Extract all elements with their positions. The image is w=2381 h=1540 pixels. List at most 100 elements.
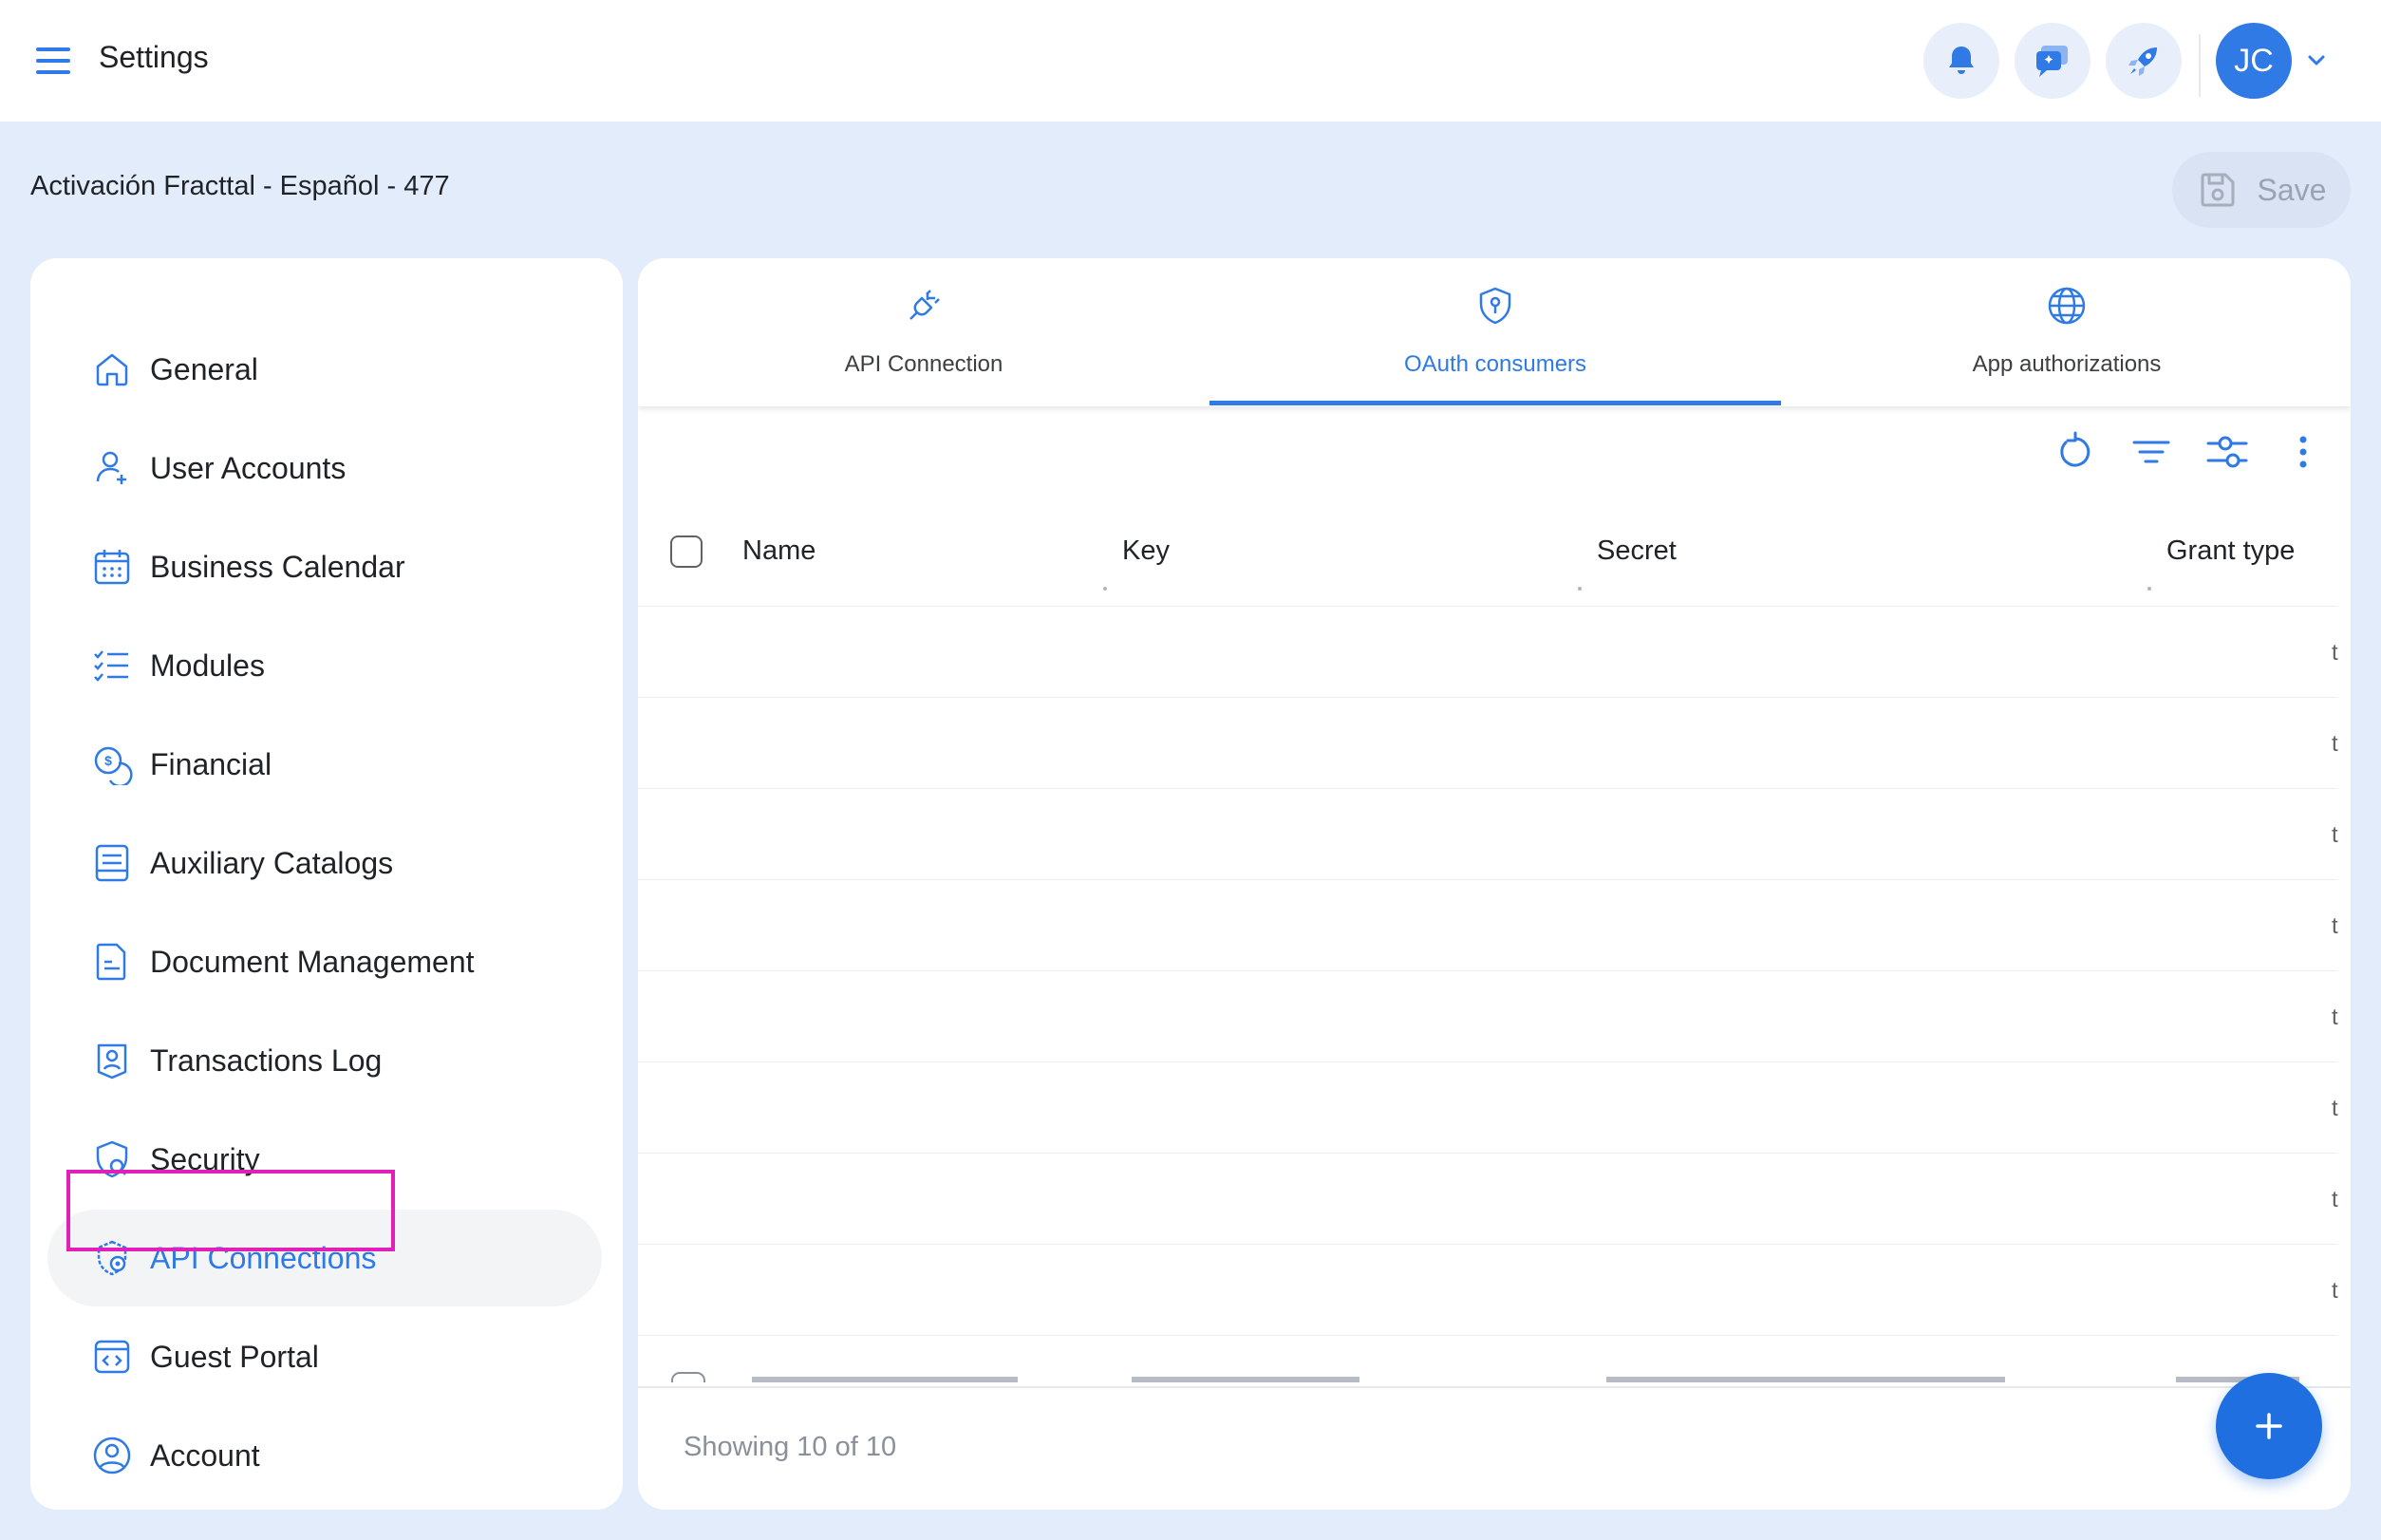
bell-icon xyxy=(1949,47,1974,74)
table-row-divider xyxy=(638,697,2337,698)
coins-icon: $ xyxy=(94,746,133,785)
sidebar-item-label: Auxiliary Catalogs xyxy=(150,845,394,880)
chevron-down-icon[interactable] xyxy=(2301,46,2332,76)
table-row-divider xyxy=(638,1153,2337,1154)
column-header-key[interactable]: Key xyxy=(1122,535,1170,567)
checklist-icon xyxy=(94,650,128,682)
column-resize-handle[interactable] xyxy=(1578,587,1582,591)
rocket-icon xyxy=(2128,47,2157,76)
main-panel: API Connection OAuth consumers App autho… xyxy=(638,258,2351,1510)
sidebar-item-user-accounts[interactable]: User Accounts xyxy=(47,420,602,516)
row-checkbox xyxy=(671,1372,705,1382)
log-icon xyxy=(97,1043,127,1080)
select-all-checkbox[interactable] xyxy=(670,535,703,568)
shield-key-icon xyxy=(1479,287,1511,325)
account-circle-icon xyxy=(93,1437,131,1474)
sidebar-item-document-management[interactable]: Document Management xyxy=(47,913,602,1010)
column-settings-icon[interactable] xyxy=(2204,429,2250,475)
save-button[interactable]: Save xyxy=(2172,152,2351,228)
api-gear-icon xyxy=(97,1240,127,1276)
tab-app-authorizations[interactable]: App authorizations xyxy=(1781,258,2351,406)
plus-icon xyxy=(2256,1413,2282,1439)
clipped-row-text xyxy=(752,1377,2299,1382)
notifications-button[interactable] xyxy=(1923,23,1999,99)
sidebar-item-label: Document Management xyxy=(150,944,475,979)
user-add-icon xyxy=(96,451,126,484)
tab-label: OAuth consumers xyxy=(1403,351,1587,377)
table-row-partial[interactable] xyxy=(666,1363,2337,1382)
sidebar-item-label: Transactions Log xyxy=(150,1042,383,1078)
sidebar-item-label: Account xyxy=(150,1437,260,1473)
rocket-button[interactable] xyxy=(2106,23,2182,99)
table-row[interactable]: t xyxy=(2332,1005,2338,1031)
home-icon xyxy=(96,353,128,386)
organization-name: Activación Fracttal - Español - 477 xyxy=(30,171,450,201)
table-row[interactable]: t xyxy=(2332,731,2338,758)
page-title: Settings xyxy=(99,40,209,74)
table-row-divider xyxy=(638,879,2337,880)
save-label: Save xyxy=(2257,172,2327,207)
table-row-divider xyxy=(638,606,2337,607)
table-row[interactable]: t xyxy=(2332,822,2338,849)
pagination-summary: Showing 10 of 10 xyxy=(684,1432,897,1462)
sidebar-item-label: General xyxy=(150,351,258,386)
avatar[interactable]: JC xyxy=(2216,23,2292,99)
table-footer-divider xyxy=(638,1386,2351,1388)
code-window-icon xyxy=(94,1340,130,1374)
settings-sidebar: General User Accounts Business Calendar … xyxy=(30,258,623,1510)
sidebar-item-label: User Accounts xyxy=(150,450,347,485)
add-button[interactable] xyxy=(2216,1373,2322,1479)
column-resize-handle[interactable] xyxy=(2147,587,2151,591)
table-row-divider xyxy=(638,1335,2337,1336)
table-row[interactable]: t xyxy=(2332,1187,2338,1213)
table-row-divider xyxy=(638,970,2337,971)
column-header-secret[interactable]: Secret xyxy=(1597,535,1677,567)
header-divider xyxy=(2199,34,2201,97)
tab-api-connection[interactable]: API Connection xyxy=(638,258,1209,406)
sidebar-item-security[interactable]: Security xyxy=(47,1111,602,1208)
svg-text:$: $ xyxy=(104,753,112,768)
globe-icon xyxy=(2048,287,2086,325)
chat-button[interactable] xyxy=(2015,23,2090,99)
table-row[interactable]: t xyxy=(2332,640,2338,667)
top-bar: Settings JC xyxy=(0,0,2381,122)
table-row[interactable]: t xyxy=(2332,913,2338,940)
column-header-name[interactable]: Name xyxy=(742,535,816,567)
sidebar-item-label: API Connections xyxy=(150,1240,377,1275)
table-row-divider xyxy=(638,1244,2337,1245)
tab-label: App authorizations xyxy=(1972,351,2162,377)
sidebar-item-business-calendar[interactable]: Business Calendar xyxy=(47,518,602,615)
sidebar-item-modules[interactable]: Modules xyxy=(47,617,602,714)
table-row[interactable]: t xyxy=(2332,1096,2338,1122)
sidebar-item-label: Guest Portal xyxy=(150,1339,319,1374)
sidebar-item-general[interactable]: General xyxy=(47,321,602,418)
sidebar-item-financial[interactable]: $ Financial xyxy=(47,716,602,813)
sidebar-item-label: Security xyxy=(150,1141,260,1176)
table-row[interactable]: t xyxy=(2332,1278,2338,1305)
tab-oauth-consumers[interactable]: OAuth consumers xyxy=(1209,258,1781,406)
more-vert-icon[interactable] xyxy=(2280,429,2326,475)
table-row-divider xyxy=(638,1061,2337,1062)
sidebar-item-guest-portal[interactable]: Guest Portal xyxy=(47,1308,602,1405)
chat-icon xyxy=(2036,46,2068,77)
plug-icon xyxy=(909,290,940,320)
save-icon xyxy=(2201,173,2235,207)
refresh-icon[interactable] xyxy=(2053,429,2098,475)
tab-bar: API Connection OAuth consumers App autho… xyxy=(638,258,2351,406)
sidebar-item-api-connections[interactable]: API Connections xyxy=(47,1210,602,1306)
menu-icon[interactable] xyxy=(30,38,76,84)
sidebar-item-auxiliary-catalogs[interactable]: Auxiliary Catalogs xyxy=(47,815,602,911)
sidebar-item-label: Business Calendar xyxy=(150,549,405,584)
filter-icon[interactable] xyxy=(2128,429,2174,475)
sidebar-item-transactions-log[interactable]: Transactions Log xyxy=(47,1012,602,1109)
column-resize-handle[interactable] xyxy=(1103,587,1107,591)
sidebar-item-account[interactable]: Account xyxy=(47,1407,602,1504)
catalog-icon xyxy=(95,844,129,882)
tab-label: API Connection xyxy=(844,351,1003,377)
column-header-grant-type[interactable]: Grant type xyxy=(2166,535,2295,567)
calendar-icon xyxy=(94,550,130,585)
shield-search-icon xyxy=(96,1140,128,1178)
table-row-divider xyxy=(638,788,2337,789)
sidebar-item-label: Financial xyxy=(150,746,272,781)
active-tab-indicator xyxy=(1209,401,1781,405)
